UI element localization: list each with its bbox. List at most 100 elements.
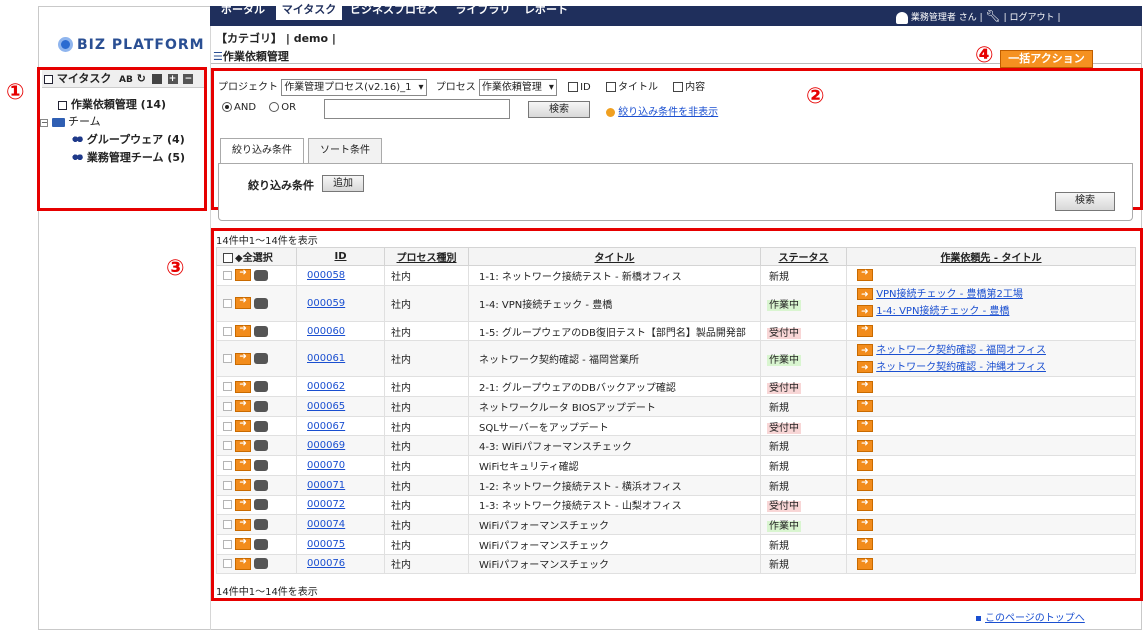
row-checkbox[interactable] — [223, 270, 232, 280]
logout-link[interactable]: ログアウト — [1010, 13, 1055, 23]
assign-arrow-icon[interactable] — [857, 324, 873, 338]
comment-icon[interactable] — [254, 440, 269, 452]
comment-icon[interactable] — [254, 538, 269, 550]
breadcrumb-category[interactable]: 【カテゴリ】 — [216, 32, 282, 45]
assign-arrow-icon[interactable] — [857, 439, 873, 452]
assign-arrow-icon[interactable] — [857, 518, 873, 531]
search-button[interactable]: 検索 — [528, 101, 590, 118]
comment-icon[interactable] — [254, 499, 269, 511]
assignee-link[interactable]: ネットワーク契約確認 - 沖縄オフィス — [876, 362, 1046, 373]
assignee-link[interactable]: 1-4: VPN接続チェック - 豊橋 — [876, 306, 1009, 317]
row-checkbox[interactable] — [223, 539, 232, 549]
col-assignee-title[interactable]: 作業依頼先 - タイトル — [846, 247, 1136, 266]
select-all-header[interactable]: ◆全選択 — [216, 247, 297, 266]
checkbox[interactable] — [568, 82, 579, 92]
assign-arrow-icon[interactable] — [857, 498, 873, 511]
hide-filter-link[interactable]: 絞り込み条件を非表示 — [606, 103, 718, 118]
check-id[interactable]: ID — [568, 82, 591, 93]
tree-item-team-groupware[interactable]: グループウェア (4) — [72, 131, 185, 147]
tab-filter[interactable]: 絞り込み条件 — [220, 138, 304, 165]
col-process-type[interactable]: プロセス種別 — [384, 247, 469, 266]
col-id[interactable]: ID — [296, 247, 385, 266]
radio-or[interactable]: OR — [269, 102, 296, 113]
col-status[interactable]: ステータス — [760, 247, 847, 266]
wrench-icon[interactable]: 🔧︎ — [986, 9, 1001, 23]
radio-icon[interactable] — [269, 102, 280, 112]
refresh-icon[interactable]: ↻ — [137, 72, 146, 85]
action-arrow-icon[interactable] — [235, 458, 252, 472]
comment-icon[interactable] — [254, 459, 269, 471]
action-arrow-icon[interactable] — [235, 439, 252, 452]
collapse-icon[interactable]: − — [183, 74, 194, 84]
assign-arrow-icon[interactable] — [857, 399, 873, 413]
id-link[interactable]: 000074 — [307, 519, 345, 530]
action-arrow-icon[interactable] — [235, 419, 252, 433]
action-arrow-icon[interactable] — [235, 324, 252, 338]
comment-icon[interactable] — [254, 297, 269, 309]
comment-icon[interactable] — [254, 479, 269, 491]
id-link[interactable]: 000065 — [307, 401, 345, 412]
row-checkbox[interactable] — [223, 500, 232, 510]
assignee-link[interactable]: ネットワーク契約確認 - 福岡オフィス — [876, 345, 1046, 356]
project-select[interactable]: 作業管理プロセス(v2.16)_1 — [281, 79, 427, 96]
action-arrow-icon[interactable] — [235, 518, 252, 531]
action-arrow-icon[interactable] — [235, 296, 252, 310]
radio-icon[interactable] — [222, 102, 232, 112]
comment-icon[interactable] — [254, 353, 269, 365]
checkbox[interactable] — [605, 82, 616, 92]
assign-arrow-icon[interactable] — [857, 287, 873, 304]
col-title[interactable]: タイトル — [468, 247, 761, 266]
id-link[interactable]: 000067 — [307, 421, 345, 432]
comment-icon[interactable] — [254, 519, 269, 531]
filter-search-button[interactable]: 検索 — [1055, 192, 1115, 211]
row-checkbox[interactable] — [223, 480, 232, 490]
assign-arrow-icon[interactable] — [857, 380, 873, 393]
comment-icon[interactable] — [254, 325, 269, 337]
comment-icon[interactable] — [254, 269, 269, 281]
id-link[interactable]: 000060 — [307, 326, 345, 337]
id-link[interactable]: 000075 — [307, 539, 345, 550]
row-checkbox[interactable] — [223, 520, 232, 530]
keyword-input[interactable] — [324, 99, 510, 119]
id-link[interactable]: 000070 — [307, 460, 345, 471]
nav-tab-business-process[interactable]: ビジネスプロセス — [344, 0, 444, 20]
tree-item-team-business[interactable]: 業務管理チーム (5) — [72, 149, 185, 165]
assign-arrow-icon[interactable] — [857, 343, 873, 360]
tab-sort[interactable]: ソート条件 — [308, 138, 382, 164]
tree-item-team-folder[interactable]: − チーム — [40, 113, 101, 129]
folder-add-icon[interactable] — [151, 74, 162, 84]
action-arrow-icon[interactable] — [235, 352, 252, 365]
action-arrow-icon[interactable] — [235, 478, 252, 492]
comment-icon[interactable] — [254, 558, 269, 570]
nav-tab-mytask[interactable]: マイタスク — [276, 0, 342, 20]
row-checkbox[interactable] — [223, 401, 232, 411]
action-arrow-icon[interactable] — [235, 498, 252, 511]
assign-arrow-icon[interactable] — [857, 360, 873, 377]
logo[interactable]: BIZ PLATFORM — [58, 37, 205, 53]
comment-icon[interactable] — [254, 381, 269, 393]
nav-tab-portal[interactable]: ポータル — [212, 0, 274, 20]
action-arrow-icon[interactable] — [235, 380, 252, 393]
id-link[interactable]: 000071 — [307, 480, 345, 491]
comment-icon[interactable] — [254, 420, 269, 432]
id-link[interactable]: 000059 — [307, 298, 345, 309]
assignee-link[interactable]: VPN接続チェック - 豊橋第2工場 — [876, 289, 1023, 300]
radio-and[interactable]: AND — [222, 102, 256, 113]
id-link[interactable]: 000069 — [307, 440, 345, 451]
select-all-checkbox[interactable] — [223, 253, 233, 263]
row-checkbox[interactable] — [223, 354, 232, 364]
collapse-toggle-icon[interactable]: − — [40, 119, 48, 127]
assign-arrow-icon[interactable] — [857, 268, 873, 282]
row-checkbox[interactable] — [223, 559, 232, 569]
id-link[interactable]: 000058 — [307, 270, 345, 281]
row-checkbox[interactable] — [223, 460, 232, 470]
action-arrow-icon[interactable] — [235, 399, 252, 413]
row-checkbox[interactable] — [223, 298, 232, 308]
action-arrow-icon[interactable] — [235, 268, 252, 282]
row-checkbox[interactable] — [223, 326, 232, 336]
assign-arrow-icon[interactable] — [857, 304, 873, 321]
tree-item-root[interactable]: 作業依頼管理 (14) — [58, 96, 166, 112]
assign-arrow-icon[interactable] — [857, 419, 873, 433]
process-select[interactable]: 作業依頼管理 — [478, 79, 557, 96]
expand-icon[interactable]: + — [167, 74, 178, 84]
